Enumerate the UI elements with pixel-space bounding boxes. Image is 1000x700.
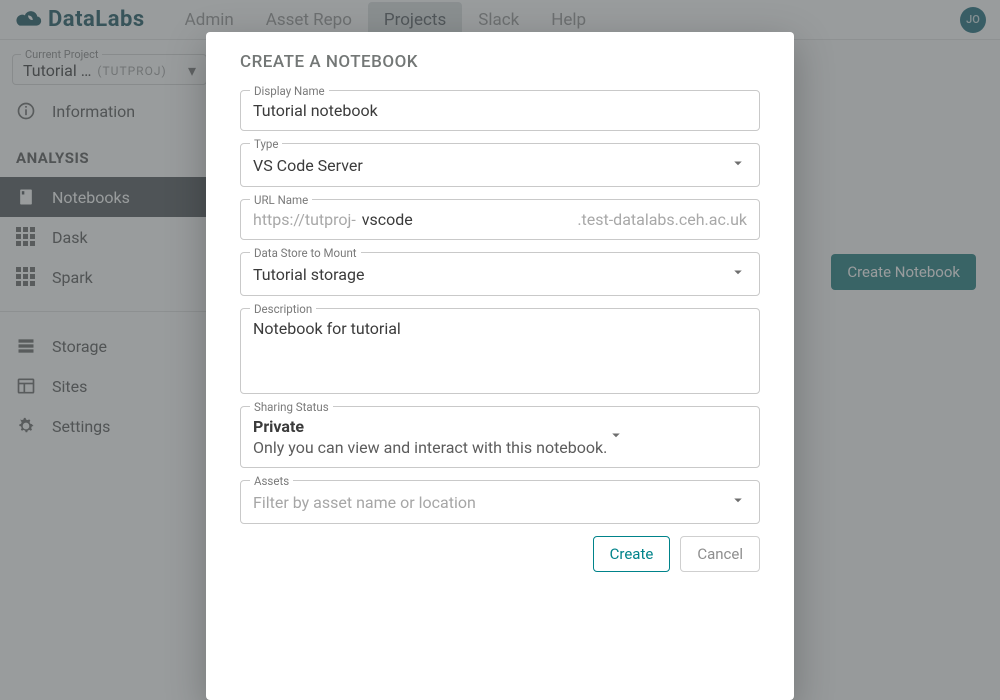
- datastore-value: Tutorial storage: [253, 265, 729, 284]
- chevron-down-icon: [729, 154, 747, 176]
- dialog-actions: Create Cancel: [240, 536, 760, 572]
- assets-field[interactable]: Assets: [240, 480, 760, 524]
- chevron-down-icon: [729, 491, 747, 513]
- modal-overlay: CREATE A NOTEBOOK Display Name Type VS C…: [0, 0, 1000, 700]
- description-input[interactable]: [253, 319, 747, 383]
- field-label: Display Name: [250, 84, 329, 98]
- url-suffix: .test-datalabs.ceh.ac.uk: [577, 210, 747, 229]
- dialog-title: CREATE A NOTEBOOK: [240, 52, 760, 72]
- create-button[interactable]: Create: [593, 536, 671, 572]
- create-notebook-dialog: CREATE A NOTEBOOK Display Name Type VS C…: [206, 32, 794, 700]
- field-label: Data Store to Mount: [250, 246, 361, 260]
- datastore-field[interactable]: Data Store to Mount Tutorial storage: [240, 252, 760, 296]
- sharing-description: Only you can view and interact with this…: [253, 438, 607, 457]
- field-label: Assets: [250, 474, 293, 488]
- display-name-field[interactable]: Display Name: [240, 90, 760, 131]
- display-name-input[interactable]: [253, 101, 747, 120]
- url-prefix: https://tutproj-: [253, 210, 356, 229]
- url-name-input[interactable]: [362, 210, 572, 229]
- type-field[interactable]: Type VS Code Server: [240, 143, 760, 187]
- description-field[interactable]: Description: [240, 308, 760, 394]
- cancel-button[interactable]: Cancel: [680, 536, 760, 572]
- field-label: Description: [250, 302, 316, 316]
- field-label: Sharing Status: [250, 400, 333, 414]
- sharing-title: Private: [253, 417, 607, 436]
- url-name-field[interactable]: URL Name https://tutproj- .test-datalabs…: [240, 199, 760, 240]
- assets-input[interactable]: [253, 493, 729, 512]
- type-value: VS Code Server: [253, 156, 729, 175]
- chevron-down-icon: [729, 263, 747, 285]
- field-label: URL Name: [250, 193, 312, 207]
- chevron-down-icon: [607, 426, 625, 448]
- sharing-status-field[interactable]: Sharing Status Private Only you can view…: [240, 406, 760, 468]
- field-label: Type: [250, 137, 282, 151]
